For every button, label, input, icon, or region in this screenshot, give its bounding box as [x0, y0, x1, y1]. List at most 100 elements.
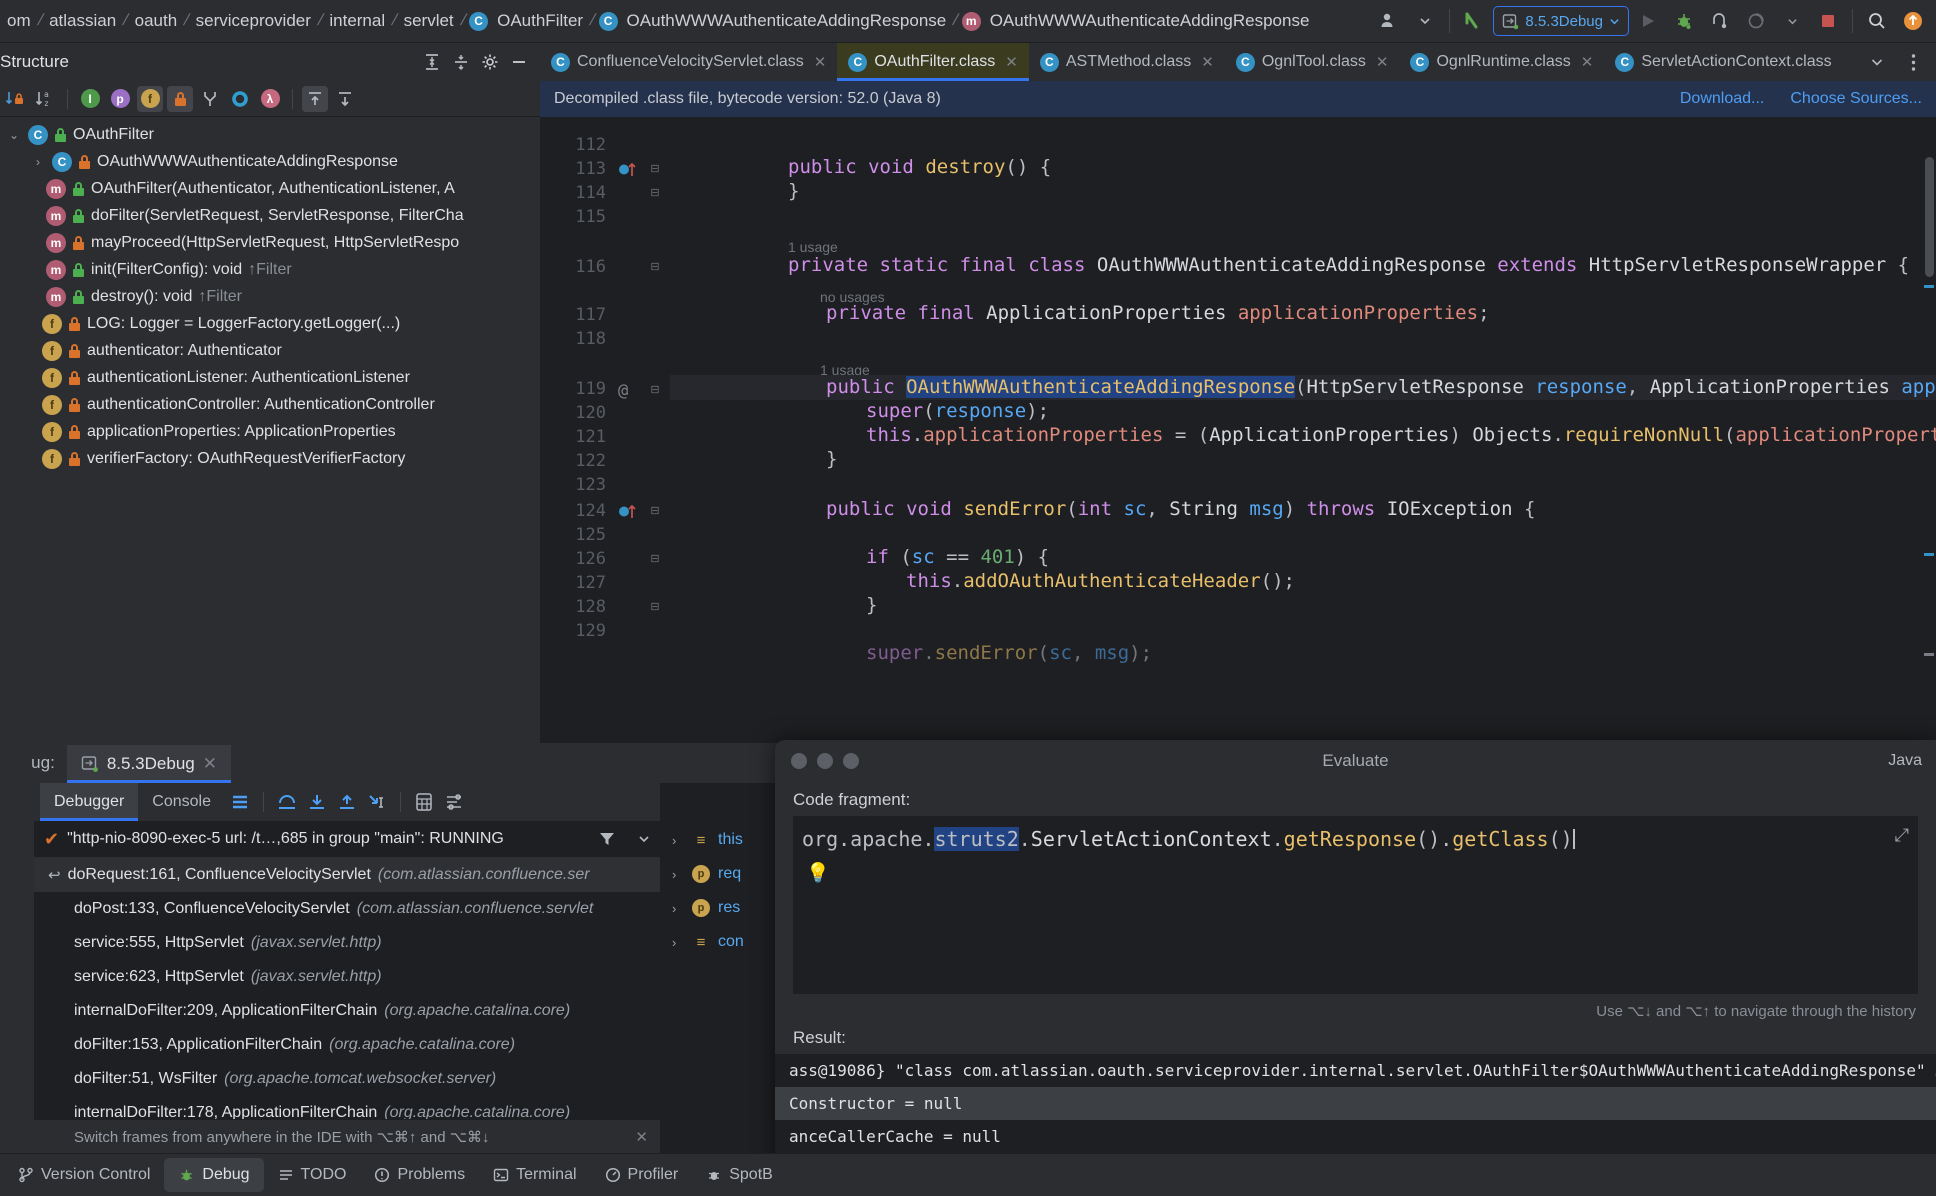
statusbar-problems[interactable]: Problems: [360, 1158, 479, 1192]
close-icon[interactable]: ✕: [814, 53, 827, 71]
statusbar-debug[interactable]: Debug: [164, 1158, 264, 1192]
expand-all-icon[interactable]: [302, 85, 328, 112]
run-configuration-selector[interactable]: 8.5.3Debug: [1493, 6, 1629, 36]
close-icon[interactable]: ✕: [1581, 53, 1594, 71]
run-button[interactable]: [1631, 5, 1665, 37]
statusbar-terminal[interactable]: Terminal: [479, 1158, 590, 1192]
structure-item-applicationproperties[interactable]: f applicationProperties: ApplicationProp…: [0, 418, 540, 445]
code-line-120[interactable]: super(response);: [866, 399, 1049, 423]
frame-item[interactable]: doFilter:153, ApplicationFilterChain (or…: [34, 1028, 660, 1062]
close-icon[interactable]: ✕: [1005, 53, 1018, 71]
fold-handle[interactable]: ⊟: [648, 185, 662, 199]
editor-marker-strip[interactable]: [1922, 153, 1936, 743]
settings-icon[interactable]: [439, 788, 469, 816]
close-icon[interactable]: ✕: [635, 1128, 660, 1146]
choose-sources-link[interactable]: Choose Sources...: [1790, 90, 1922, 108]
group-by-type-icon[interactable]: [197, 86, 223, 112]
stop-button[interactable]: [1811, 5, 1845, 37]
structure-item-init[interactable]: m init(FilterConfig): void ↑Filter: [0, 256, 540, 283]
chevron-right-icon[interactable]: ›: [30, 155, 46, 169]
fold-handle[interactable]: ⊟: [648, 599, 662, 613]
frame-item[interactable]: internalDoFilter:209, ApplicationFilterC…: [34, 994, 660, 1028]
structure-item-verifierfactory[interactable]: f verifierFactory: OAuthRequestVerifierF…: [0, 445, 540, 472]
chevron-down-icon[interactable]: [638, 833, 660, 845]
search-icon[interactable]: [1860, 5, 1894, 37]
chevron-right-icon[interactable]: ›: [672, 935, 684, 950]
threads-view-icon[interactable]: [225, 788, 255, 816]
more-options-icon[interactable]: [1896, 46, 1930, 78]
breadcrumb-item-nested-class[interactable]: OAuthWWWAuthenticateAddingResponse: [624, 11, 950, 31]
download-link[interactable]: Download...: [1680, 90, 1765, 108]
structure-item-constructor[interactable]: m OAuthFilter(Authenticator, Authenticat…: [0, 175, 540, 202]
structure-item-nested-class[interactable]: › C OAuthWWWAuthenticateAddingResponse: [0, 148, 540, 175]
breadcrumb-item-internal[interactable]: internal: [326, 11, 388, 31]
fold-handle[interactable]: ⊟: [648, 259, 662, 273]
code-fragment-input[interactable]: org.apache.struts2.ServletActionContext.…: [793, 816, 1918, 994]
chevron-down-icon[interactable]: [1860, 46, 1894, 78]
show-inherited-icon[interactable]: I: [77, 86, 103, 112]
code-line-122[interactable]: }: [826, 447, 837, 471]
close-icon[interactable]: ✕: [1376, 53, 1389, 71]
statusbar-spotbugs[interactable]: SpotB: [692, 1158, 787, 1192]
frame-item[interactable]: service:623, HttpServlet (javax.servlet.…: [34, 960, 660, 994]
result-row[interactable]: Constructor = null: [775, 1087, 1936, 1120]
chevron-right-icon[interactable]: ›: [672, 833, 684, 848]
code-line-117[interactable]: private final ApplicationProperties appl…: [826, 301, 1490, 325]
run-to-cursor-icon[interactable]: [362, 788, 392, 816]
override-method-icon[interactable]: [618, 503, 640, 520]
sort-by-visibility-icon[interactable]: [2, 86, 28, 112]
chevron-right-icon[interactable]: ›: [672, 867, 684, 882]
expand-editor-icon[interactable]: ⤢: [1895, 825, 1909, 846]
frames-list[interactable]: ↩ doRequest:161, ConfluenceVelocityServl…: [34, 858, 660, 1119]
breadcrumb-item-serviceprovider[interactable]: serviceprovider: [193, 11, 314, 31]
mute-breakpoints-icon[interactable]: [7, 1007, 27, 1027]
editor-tab-ognlruntime[interactable]: C OgnlRuntime.class ✕: [1399, 43, 1604, 81]
chevron-right-icon[interactable]: ›: [672, 901, 684, 916]
structure-item-mayproceed[interactable]: m mayProceed(HttpServletRequest, HttpSer…: [0, 229, 540, 256]
editor-tab-ognltool[interactable]: C OgnlTool.class ✕: [1225, 43, 1400, 81]
filter-icon[interactable]: [598, 830, 630, 848]
code-line-126[interactable]: this.addOAuthAuthenticateHeader();: [906, 569, 1295, 593]
expand-all-icon[interactable]: [419, 49, 445, 75]
structure-item-authenticator[interactable]: f authenticator: Authenticator: [0, 337, 540, 364]
fold-handle[interactable]: ⊟: [648, 161, 662, 175]
override-method-icon[interactable]: [618, 161, 640, 178]
close-icon[interactable]: ✕: [203, 754, 217, 774]
thread-selector[interactable]: ✔ "http-nio-8090-exec-5 url: /t…,685 in …: [34, 821, 660, 858]
editor-tab-oauthfilter[interactable]: C OAuthFilter.class ✕: [837, 43, 1029, 81]
breadcrumb-item-om[interactable]: om: [4, 11, 34, 31]
breadcrumb-item-oauth[interactable]: oauth: [132, 11, 181, 31]
stop-icon[interactable]: [8, 941, 26, 959]
editor-tab-astmethod[interactable]: C ASTMethod.class ✕: [1029, 43, 1225, 81]
code-line-129[interactable]: super.sendError(sc, msg);: [866, 641, 1152, 665]
resume-icon[interactable]: [7, 873, 27, 893]
structure-item-dofilter[interactable]: m doFilter(ServletRequest, ServletRespon…: [0, 202, 540, 229]
result-row[interactable]: anceCallerCache = null: [775, 1120, 1936, 1153]
structure-item-authenticationlistener[interactable]: f authenticationListener: Authentication…: [0, 364, 540, 391]
pause-icon[interactable]: [7, 907, 27, 927]
structure-tree[interactable]: ⌄ C OAuthFilter › C OAuthWWWAuthenticate…: [0, 117, 540, 743]
code-line-113[interactable]: public void destroy() {: [788, 155, 1051, 179]
fold-handle[interactable]: ⊟: [648, 382, 662, 396]
hide-inlay-hints-icon[interactable]: [1457, 5, 1491, 37]
statusbar-profiler[interactable]: Profiler: [591, 1158, 693, 1192]
settings-wrench-icon[interactable]: [7, 839, 27, 859]
editor-tab-confluencevelocityservlet[interactable]: C ConfluenceVelocityServlet.class ✕: [540, 43, 837, 81]
fold-handle[interactable]: ⊟: [648, 551, 662, 565]
chevron-down-icon[interactable]: ⌄: [6, 128, 22, 142]
collapse-all-icon[interactable]: [332, 86, 358, 112]
chevron-down-icon[interactable]: [1775, 5, 1809, 37]
close-icon[interactable]: ✕: [1201, 53, 1214, 71]
show-anonymous-icon[interactable]: [227, 86, 253, 112]
code-area[interactable]: 112 113 114 115 116 117 118 119 120 121 …: [540, 117, 1936, 743]
step-over-button[interactable]: [1703, 5, 1737, 37]
frame-item[interactable]: doFilter:51, WsFilter (org.apache.tomcat…: [34, 1062, 660, 1096]
code-line-119[interactable]: public OAuthWWWAuthenticateAddingRespons…: [826, 375, 1936, 399]
code-line-116[interactable]: private static final class OAuthWWWAuthe…: [788, 253, 1909, 277]
sort-alphabetically-icon[interactable]: az: [32, 86, 58, 112]
show-non-public-icon[interactable]: [167, 85, 193, 112]
statusbar-todo[interactable]: TODO: [264, 1158, 361, 1192]
result-row[interactable]: ass@19086} "class com.atlassian.oauth.se…: [775, 1054, 1936, 1087]
code-text[interactable]: 1 usage no usages 1 usage public void de…: [670, 117, 1936, 743]
hide-panel-icon[interactable]: [506, 49, 532, 75]
